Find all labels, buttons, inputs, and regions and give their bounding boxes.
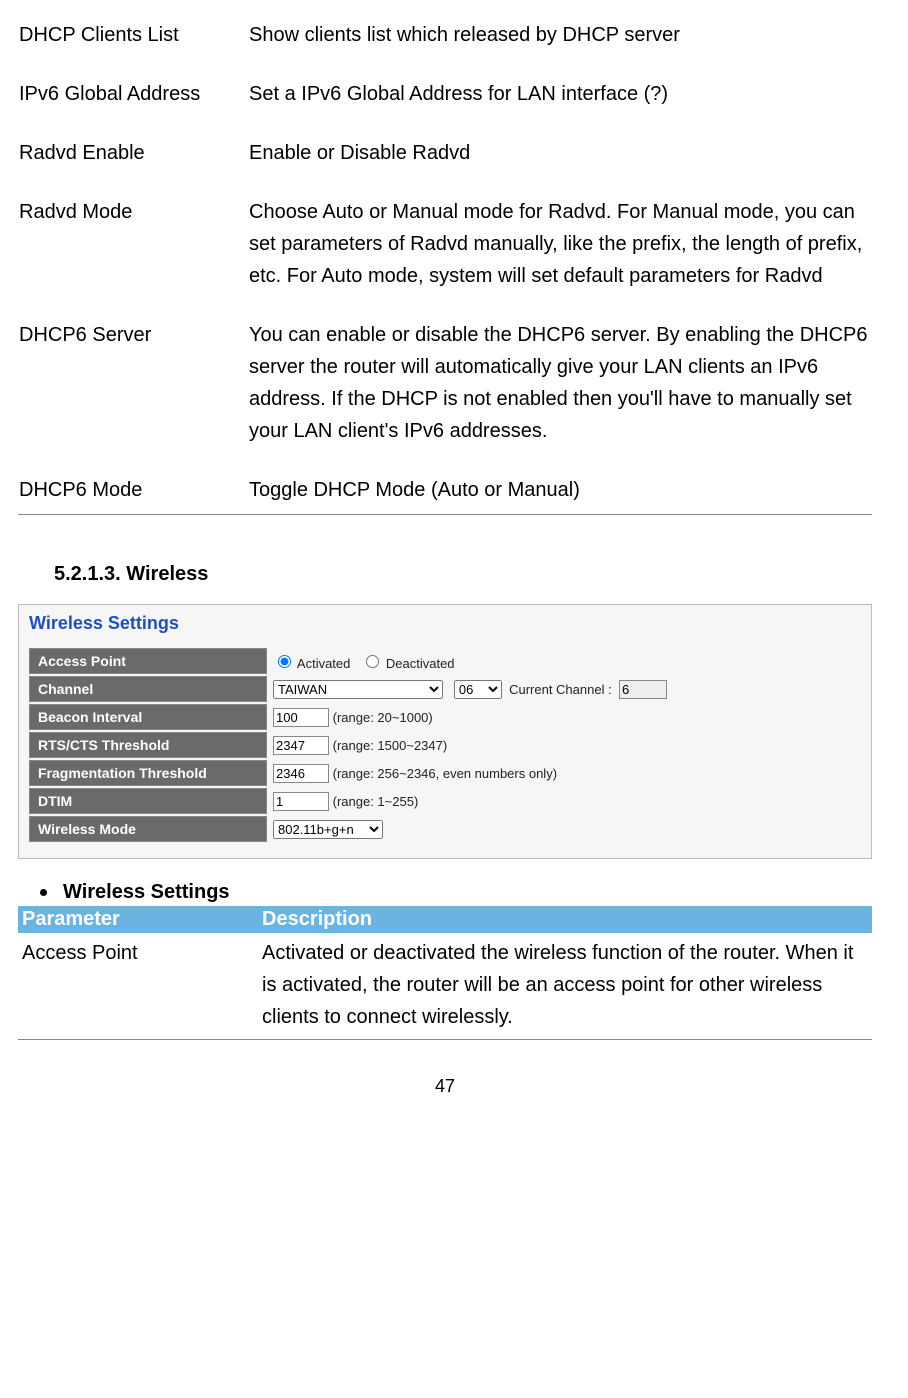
- row-access-point: Access Point Activated Deactivated: [29, 648, 861, 674]
- section-heading: 5.2.1.3. Wireless: [54, 563, 872, 586]
- param-desc: You can enable or disable the DHCP6 serv…: [248, 318, 872, 473]
- param-name: Radvd Enable: [18, 136, 248, 195]
- label-access-point: Access Point: [29, 648, 267, 674]
- dtim-range: (range: 1~255): [333, 794, 419, 809]
- label-dtim: DTIM: [29, 788, 267, 814]
- label-fragmentation: Fragmentation Threshold: [29, 760, 267, 786]
- label-rts: RTS/CTS Threshold: [29, 732, 267, 758]
- row-wireless-mode: Wireless Mode 802.11b+g+n: [29, 816, 861, 842]
- panel-title: Wireless Settings: [29, 613, 861, 634]
- select-channel[interactable]: 06: [454, 680, 502, 699]
- header-description: Description: [258, 906, 872, 933]
- header-parameter: Parameter: [18, 906, 258, 933]
- table-row: Radvd Enable Enable or Disable Radvd: [18, 136, 872, 195]
- label-wireless-mode: Wireless Mode: [29, 816, 267, 842]
- param-desc: Set a IPv6 Global Address for LAN interf…: [248, 77, 872, 136]
- row-fragmentation: Fragmentation Threshold (range: 256~2346…: [29, 760, 861, 786]
- radio-activated-label[interactable]: Activated: [273, 656, 354, 671]
- desc-param: Access Point: [18, 933, 258, 1040]
- radio-activated[interactable]: [278, 655, 291, 668]
- description-table: Parameter Description Access Point Activ…: [18, 906, 872, 1040]
- frag-range: (range: 256~2346, even numbers only): [333, 766, 557, 781]
- select-wireless-mode[interactable]: 802.11b+g+n: [273, 820, 383, 839]
- current-channel-label: Current Channel :: [509, 682, 612, 697]
- radio-deactivated-text: Deactivated: [386, 656, 455, 671]
- param-desc: Enable or Disable Radvd: [248, 136, 872, 195]
- table-row: DHCP6 Server You can enable or disable t…: [18, 318, 872, 473]
- param-name: DHCP6 Server: [18, 318, 248, 473]
- row-rts: RTS/CTS Threshold (range: 1500~2347): [29, 732, 861, 758]
- table-row: IPv6 Global Address Set a IPv6 Global Ad…: [18, 77, 872, 136]
- bullet-icon: [40, 889, 47, 896]
- dtim-input[interactable]: [273, 792, 329, 811]
- bullet-heading-text: Wireless Settings: [63, 881, 230, 904]
- page-number: 47: [18, 1076, 872, 1097]
- desc-header-row: Parameter Description: [18, 906, 872, 933]
- radio-activated-text: Activated: [297, 656, 350, 671]
- param-name: DHCP6 Mode: [18, 473, 248, 515]
- wireless-settings-panel: Wireless Settings Access Point Activated…: [18, 604, 872, 859]
- table-row: Radvd Mode Choose Auto or Manual mode fo…: [18, 195, 872, 318]
- current-channel-value: [619, 680, 667, 699]
- desc-text: Activated or deactivated the wireless fu…: [258, 933, 872, 1040]
- param-name: IPv6 Global Address: [18, 77, 248, 136]
- frag-input[interactable]: [273, 764, 329, 783]
- select-country[interactable]: TAIWAN: [273, 680, 443, 699]
- rts-range: (range: 1500~2347): [333, 738, 448, 753]
- param-desc: Show clients list which released by DHCP…: [248, 18, 872, 77]
- label-channel: Channel: [29, 676, 267, 702]
- desc-row: Access Point Activated or deactivated th…: [18, 933, 872, 1040]
- param-desc: Toggle DHCP Mode (Auto or Manual): [248, 473, 872, 515]
- parameters-table: DHCP Clients List Show clients list whic…: [18, 18, 872, 515]
- row-beacon: Beacon Interval (range: 20~1000): [29, 704, 861, 730]
- beacon-input[interactable]: [273, 708, 329, 727]
- label-beacon: Beacon Interval: [29, 704, 267, 730]
- table-row: DHCP6 Mode Toggle DHCP Mode (Auto or Man…: [18, 473, 872, 515]
- rts-input[interactable]: [273, 736, 329, 755]
- beacon-range: (range: 20~1000): [333, 710, 433, 725]
- param-name: Radvd Mode: [18, 195, 248, 318]
- param-name: DHCP Clients List: [18, 18, 248, 77]
- table-row: DHCP Clients List Show clients list whic…: [18, 18, 872, 77]
- row-dtim: DTIM (range: 1~255): [29, 788, 861, 814]
- param-desc: Choose Auto or Manual mode for Radvd. Fo…: [248, 195, 872, 318]
- row-channel: Channel TAIWAN 06 Current Channel :: [29, 676, 861, 702]
- radio-deactivated-label[interactable]: Deactivated: [361, 656, 454, 671]
- bullet-heading: Wireless Settings: [40, 881, 872, 904]
- radio-deactivated[interactable]: [366, 655, 379, 668]
